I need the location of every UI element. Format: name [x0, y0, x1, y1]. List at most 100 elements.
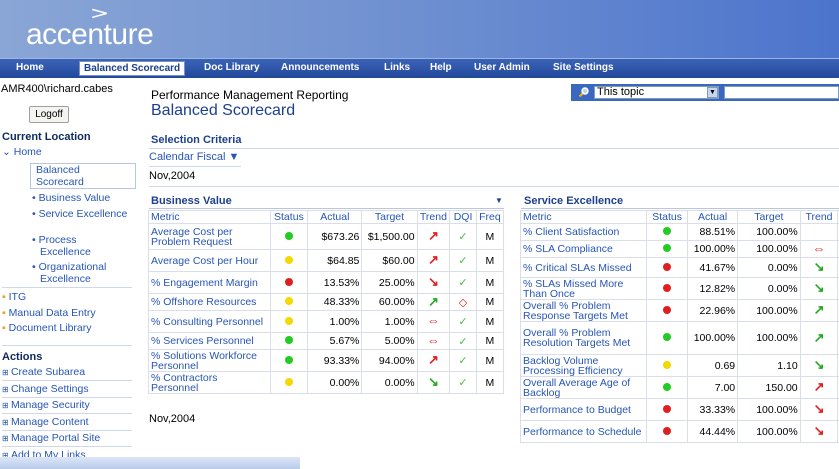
table-row[interactable]: Average Cost per Problem Request $673.26 $…	[148, 223, 505, 250]
table-row[interactable]: % Client Satisfaction 88.51% 100.00%	[519, 223, 839, 241]
column-header-metric[interactable]: Metric	[148, 210, 271, 224]
service-excellence-heading: Service Excellence	[524, 195, 624, 207]
metric-link[interactable]: Performance to Schedule	[519, 420, 648, 443]
dqi-check-icon: ✓	[458, 277, 468, 289]
table-row[interactable]: Overall Average Age of Backlog 7.00 150.00…	[519, 376, 839, 399]
sidebar-section-manual-data-entry[interactable]: ▪ Manual Data Entry	[2, 307, 96, 319]
table-row[interactable]: Performance to Schedule 44.44% 100.00% ↘	[519, 420, 839, 443]
metric-link[interactable]: % Services Personnel	[148, 332, 271, 350]
column-header-target[interactable]: Target	[737, 210, 801, 224]
metric-link[interactable]: Average Cost per Hour	[148, 249, 271, 272]
column-header-status[interactable]: Status	[646, 210, 689, 224]
nav-item-doc-library[interactable]: Doc Library	[204, 62, 260, 73]
metric-link[interactable]: Backlog Volume Processing Efficiency	[519, 354, 648, 377]
column-header-actual[interactable]: Actual	[687, 210, 739, 224]
actual-value: 100.00%	[687, 321, 739, 355]
divider	[2, 380, 132, 381]
search-icon[interactable]	[578, 86, 590, 98]
table-row[interactable]: % Contractors Personnel 0.00% 0.00% ↘ ✓ M	[148, 371, 505, 394]
table-row[interactable]: Backlog Volume Processing Efficiency 0.69…	[519, 354, 839, 377]
action-manage-portal-site[interactable]: ⊞ Manage Portal Site	[2, 432, 100, 445]
dqi-check-icon: ✓	[458, 355, 468, 367]
nav-item-help[interactable]: Help	[430, 62, 452, 73]
table-row[interactable]: % Engagement Margin 13.53% 25.00% ↘ ✓ M	[148, 271, 505, 294]
metric-link[interactable]: Performance to Budget	[519, 398, 648, 421]
status-dot-icon	[663, 426, 672, 435]
column-header-trend[interactable]: Trend	[799, 210, 839, 224]
metric-link[interactable]: % Contractors Personnel	[148, 371, 271, 394]
nav-item-site-settings[interactable]: Site Settings	[553, 62, 614, 73]
search-input[interactable]	[724, 86, 839, 99]
trend-cell: ↘	[799, 354, 839, 377]
sidebar-item-organizational-excellence[interactable]: • Organizational Excellence	[30, 261, 130, 285]
column-header-trend[interactable]: Trend	[416, 210, 451, 224]
table-row[interactable]: % Solutions Workforce Personnel 93.33% 94.…	[148, 349, 505, 372]
sidebar-section-document-library[interactable]: ▪ Document Library	[2, 322, 92, 334]
dqi-cell: ✓	[449, 249, 477, 272]
metric-link[interactable]: % Solutions Workforce Personnel	[148, 349, 271, 372]
target-value: $60.00	[361, 249, 418, 272]
target-value: 100.00%	[737, 321, 801, 355]
sidebar-item-business-value[interactable]: • Business Value	[30, 192, 130, 204]
service-excellence-table: MetricStatusActualTargetTrendD% Client S…	[519, 210, 839, 443]
nav-item-balanced-scorecard[interactable]: Balanced Scorecard	[79, 61, 186, 76]
chevron-down-icon[interactable]: ▼	[707, 87, 718, 98]
trend-cell: ↗	[416, 249, 451, 272]
metric-link[interactable]: % Engagement Margin	[148, 271, 271, 294]
sidebar-item-balanced-scorecard[interactable]: Balanced Scorecard	[36, 164, 126, 188]
table-row[interactable]: Overall % Problem Resolution Targets Met…	[519, 321, 839, 355]
sidebar-section-itg[interactable]: ▪ ITG	[2, 291, 26, 303]
logo-chevron-icon: >	[89, 3, 110, 24]
table-row[interactable]: % Consulting Personnel 1.00% 1.00% ⇔ ✓ M	[148, 310, 505, 333]
status-cell	[646, 376, 689, 399]
search-scope-select[interactable]: This topic	[594, 86, 719, 99]
metric-link[interactable]: % Consulting Personnel	[148, 310, 271, 333]
table-row[interactable]: Average Cost per Hour $64.85 $60.00 ↗ ✓ M	[148, 249, 505, 272]
status-cell	[269, 271, 309, 294]
logoff-button[interactable]: Logoff	[29, 106, 69, 123]
table-row[interactable]: Performance to Budget 33.33% 100.00% ↘	[519, 398, 839, 421]
metric-link[interactable]: % SLAs Missed More Than Once	[519, 277, 648, 300]
column-header-target[interactable]: Target	[361, 210, 418, 224]
table-row[interactable]: % Offshore Resources 48.33% 60.00% ↗ ◇ M	[148, 293, 505, 311]
table-row[interactable]: % SLA Compliance 100.00% 100.00% ⇔	[519, 240, 839, 258]
status-dot-icon	[284, 336, 293, 344]
trend-cell: ⇔	[799, 240, 839, 258]
metric-link[interactable]: % Critical SLAs Missed	[519, 257, 648, 278]
nav-item-announcements[interactable]: Announcements	[281, 62, 359, 73]
action-create-subarea[interactable]: ⊞ Create Subarea	[2, 366, 85, 379]
table-row[interactable]: % SLAs Missed More Than Once 12.82% 0.00% ↘	[519, 277, 839, 300]
column-header-dqi[interactable]: DQI	[449, 210, 477, 224]
nav-item-links[interactable]: Links	[384, 62, 410, 73]
dqi-check-icon: ✓	[458, 231, 468, 243]
nav-item-home[interactable]: Home	[16, 62, 44, 73]
metric-link[interactable]: % Offshore Resources	[148, 293, 271, 311]
metric-link[interactable]: Overall Average Age of Backlog	[519, 376, 648, 399]
actual-value: 1.00%	[307, 310, 363, 333]
table-row[interactable]: Overall % Problem Response Targets Met 22…	[519, 299, 839, 322]
calendar-fiscal-dropdown[interactable]: Calendar Fiscal ▼	[149, 151, 239, 163]
table-row[interactable]: % Critical SLAs Missed 41.67% 0.00% ↘	[519, 257, 839, 278]
metric-link[interactable]: Overall % Problem Resolution Targets Met	[519, 321, 648, 355]
table-row[interactable]: % Services Personnel 5.67% 5.00% ⇔ ✓ M	[148, 332, 505, 350]
column-header-status[interactable]: Status	[269, 210, 309, 224]
divider	[2, 287, 132, 288]
action-manage-security[interactable]: ⊞ Manage Security	[2, 399, 90, 412]
trend-arrow-icon: ↗	[427, 352, 439, 367]
panel-menu-icon[interactable]: ▼	[495, 196, 503, 205]
column-header-metric[interactable]: Metric	[519, 210, 648, 224]
column-header-actual[interactable]: Actual	[307, 210, 363, 224]
nav-item-user-admin[interactable]: User Admin	[474, 62, 530, 73]
metric-link[interactable]: Overall % Problem Response Targets Met	[519, 299, 648, 322]
action-manage-content[interactable]: ⊞ Manage Content	[2, 416, 89, 429]
sidebar-item-label: Home	[13, 146, 42, 158]
status-dot-icon	[663, 404, 672, 413]
sidebar-item-home[interactable]: ⌄ Home	[2, 146, 42, 158]
column-header-freq[interactable]: Freq	[475, 210, 505, 224]
sidebar-item-process-excellence[interactable]: • Process Excellence	[30, 234, 130, 258]
metric-link[interactable]: % SLA Compliance	[519, 240, 648, 258]
action-change-settings[interactable]: ⊞ Change Settings	[2, 383, 89, 396]
metric-link[interactable]: Average Cost per Problem Request	[148, 223, 271, 250]
metric-link[interactable]: % Client Satisfaction	[519, 223, 648, 241]
sidebar-item-service-excellence[interactable]: • Service Excellence	[30, 208, 130, 220]
